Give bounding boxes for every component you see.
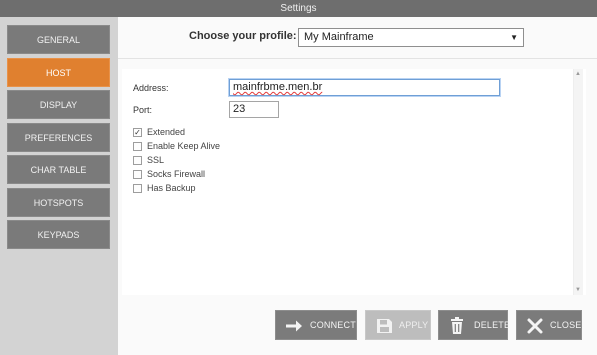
checkbox-icon[interactable] bbox=[133, 184, 142, 193]
settings-sidebar: GENERAL HOST DISPLAY PREFERENCES CHAR TA… bbox=[0, 17, 118, 355]
save-icon bbox=[377, 319, 392, 333]
window-title: Settings bbox=[0, 0, 597, 17]
sidebar-item-hotspots[interactable]: HOTSPOTS bbox=[7, 187, 110, 217]
port-value: 23 bbox=[233, 103, 246, 115]
apply-label: APPLY bbox=[399, 320, 429, 330]
profile-selector-row: Choose your profile: My Mainframe ▼ bbox=[118, 28, 597, 48]
checkbox-checked-icon[interactable]: ✓ bbox=[133, 128, 142, 137]
arrow-right-icon bbox=[286, 320, 302, 332]
host-settings-panel: Address: mainfrbme.men.br Port: 23 ✓ Ext… bbox=[122, 69, 586, 295]
profile-label: Choose your profile: bbox=[189, 30, 297, 42]
profile-selected-value: My Mainframe bbox=[304, 31, 374, 43]
connect-button[interactable]: CONNECT bbox=[275, 310, 357, 340]
header-divider bbox=[118, 58, 597, 59]
sidebar-item-display[interactable]: DISPLAY bbox=[7, 90, 110, 119]
scroll-up-icon[interactable]: ▲ bbox=[575, 71, 581, 77]
close-label: CLOSE bbox=[550, 320, 582, 330]
delete-button[interactable]: DELETE bbox=[438, 310, 511, 340]
option-label: Extended bbox=[147, 127, 186, 137]
port-label: Port: bbox=[133, 105, 153, 115]
trash-icon bbox=[451, 317, 463, 334]
sidebar-item-keypads[interactable]: KEYPADS bbox=[7, 220, 110, 249]
checkbox-icon[interactable] bbox=[133, 156, 142, 165]
option-label: Has Backup bbox=[147, 183, 196, 193]
panel-scrollbar[interactable]: ▲ ▼ bbox=[573, 69, 583, 295]
profile-dropdown[interactable]: My Mainframe ▼ bbox=[298, 28, 524, 47]
sidebar-item-host[interactable]: HOST bbox=[7, 57, 110, 87]
checkbox-icon[interactable] bbox=[133, 170, 142, 179]
settings-content: Choose your profile: My Mainframe ▼ Addr… bbox=[118, 17, 597, 355]
option-label: Enable Keep Alive bbox=[147, 141, 221, 151]
delete-label: DELETE bbox=[474, 320, 511, 330]
option-label: Socks Firewall bbox=[147, 169, 206, 179]
close-icon bbox=[527, 318, 543, 334]
sidebar-item-general[interactable]: GENERAL bbox=[7, 25, 110, 54]
sidebar-item-preferences[interactable]: PREFERENCES bbox=[7, 122, 110, 152]
dropdown-caret-icon: ▼ bbox=[510, 33, 518, 42]
scroll-down-icon[interactable]: ▼ bbox=[575, 287, 581, 293]
address-input[interactable]: mainfrbme.men.br bbox=[229, 79, 500, 96]
connect-label: CONNECT bbox=[310, 320, 356, 330]
sidebar-item-char-table[interactable]: CHAR TABLE bbox=[7, 155, 110, 184]
option-label: SSL bbox=[147, 155, 165, 165]
checkbox-icon[interactable] bbox=[133, 142, 142, 151]
apply-button[interactable]: APPLY bbox=[365, 310, 431, 340]
port-input[interactable]: 23 bbox=[229, 101, 279, 118]
close-button[interactable]: CLOSE bbox=[516, 310, 582, 340]
address-value: mainfrbme.men.br bbox=[233, 81, 323, 93]
address-label: Address: bbox=[133, 83, 169, 93]
